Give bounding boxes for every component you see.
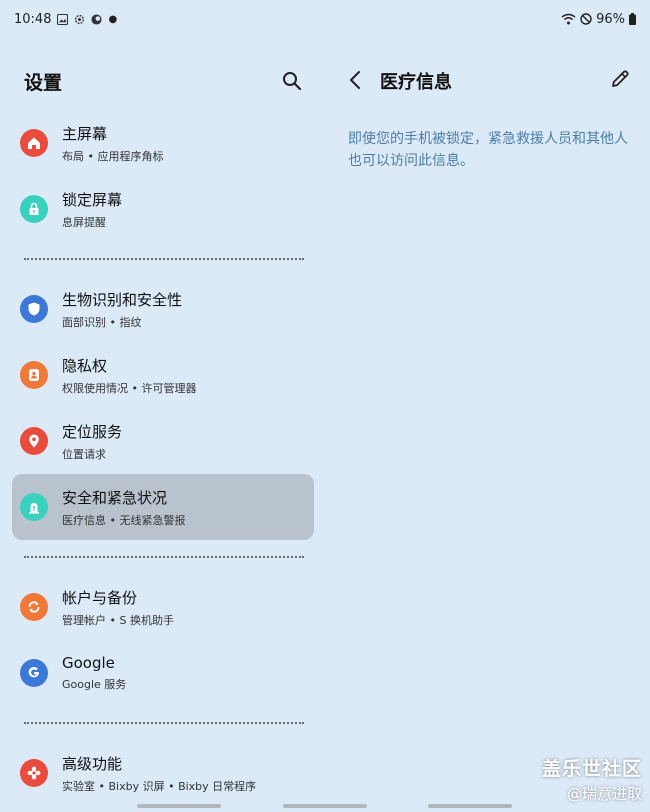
settings-menu: 主屏幕 布局 • 应用程序角标 锁定屏幕 息屏提醒 生物识别和安全性 面部识别 … [12, 110, 314, 806]
settings-item-advanced-features[interactable]: 高级功能 实验室 • Bixby 识屏 • Bixby 日常程序 [12, 740, 314, 806]
battery-icon [629, 13, 636, 25]
back-arrow-icon[interactable] [345, 68, 367, 92]
shield-icon [20, 295, 48, 323]
item-subtitle: 布局 • 应用程序角标 [62, 149, 164, 163]
medical-info-pane: 医疗信息 即使您的手机被锁定，紧急救援人员和其他人也可以访问此信息。 [325, 38, 650, 812]
item-title: 锁定屏幕 [62, 190, 123, 209]
settings-pane: 设置 主屏幕 布局 • 应用程序角标 锁定屏幕 息屏提醒 生物识别和安全性 面部… [0, 38, 325, 812]
gear-flower-icon [20, 759, 48, 787]
settings-notification-icon [75, 14, 85, 24]
section-divider [12, 706, 314, 740]
watermark-author: @瑞意进取 [566, 785, 642, 803]
item-subtitle: Google 服务 [62, 678, 127, 691]
app-notification-icon [91, 13, 103, 25]
gallery-notification-icon [57, 13, 69, 25]
item-subtitle: 实验室 • Bixby 识屏 • Bixby 日常程序 [62, 779, 257, 793]
more-notifications-dot: ● [108, 13, 118, 25]
item-subtitle: 面部识别 • 指纹 [62, 315, 142, 329]
settings-item-google[interactable]: Google Google 服务 [12, 640, 314, 706]
emergency-icon [20, 493, 48, 521]
settings-header: 设置 [24, 68, 314, 94]
privacy-icon [20, 361, 48, 389]
location-pin-icon [20, 427, 48, 455]
settings-item-biometrics-security[interactable]: 生物识别和安全性 面部识别 • 指纹 [12, 276, 314, 342]
item-title: 定位服务 [62, 422, 123, 441]
medical-info-description: 即使您的手机被锁定，紧急救援人员和其他人也可以访问此信息。 [348, 131, 628, 169]
google-icon [20, 659, 48, 687]
item-title: 生物识别和安全性 [62, 290, 183, 309]
edit-pencil-icon[interactable] [609, 68, 631, 90]
item-subtitle: 管理帐户 • S 换机助手 [62, 613, 174, 627]
item-title: Google [62, 654, 115, 672]
sync-icon [20, 593, 48, 621]
section-divider [12, 242, 314, 276]
battery-percentage: 96% [596, 11, 625, 27]
nav-handle-center[interactable] [283, 804, 367, 808]
item-title: 帐户与备份 [62, 588, 138, 607]
status-left: 10:48 ● [14, 12, 117, 27]
do-not-disturb-icon [580, 13, 592, 25]
status-bar: 10:48 ● 96% [0, 0, 650, 38]
settings-item-home-screen[interactable]: 主屏幕 布局 • 应用程序角标 [12, 110, 314, 176]
settings-item-lock-screen[interactable]: 锁定屏幕 息屏提醒 [12, 176, 314, 242]
page-title: 设置 [24, 71, 63, 94]
item-title: 高级功能 [62, 754, 123, 773]
item-title: 隐私权 [62, 356, 108, 375]
search-icon[interactable] [280, 69, 304, 93]
nav-handle-left[interactable] [137, 804, 221, 808]
status-right: 96% [561, 12, 636, 27]
item-subtitle: 息屏提醒 [62, 215, 106, 229]
item-title: 主屏幕 [62, 124, 108, 143]
detail-title: 医疗信息 [380, 72, 452, 93]
settings-item-privacy[interactable]: 隐私权 权限使用情况 • 许可管理器 [12, 342, 314, 408]
wifi-icon [561, 13, 576, 25]
item-subtitle: 权限使用情况 • 许可管理器 [62, 381, 197, 395]
item-subtitle: 位置请求 [62, 447, 106, 461]
home-icon [20, 129, 48, 157]
watermark-community: 盖乐世社区 [541, 758, 642, 780]
section-divider [12, 540, 314, 574]
settings-item-accounts-backup[interactable]: 帐户与备份 管理帐户 • S 换机助手 [12, 574, 314, 640]
status-time: 10:48 [14, 11, 52, 27]
settings-item-safety-emergency[interactable]: 安全和紧急状况 医疗信息 • 无线紧急警报 [12, 474, 314, 540]
nav-handle-right[interactable] [428, 804, 512, 808]
lock-icon [20, 195, 48, 223]
watermark: 盖乐世社区 @瑞意进取 [542, 754, 642, 804]
item-subtitle: 医疗信息 • 无线紧急警报 [62, 513, 186, 527]
item-title: 安全和紧急状况 [62, 488, 168, 507]
settings-item-location[interactable]: 定位服务 位置请求 [12, 408, 314, 474]
